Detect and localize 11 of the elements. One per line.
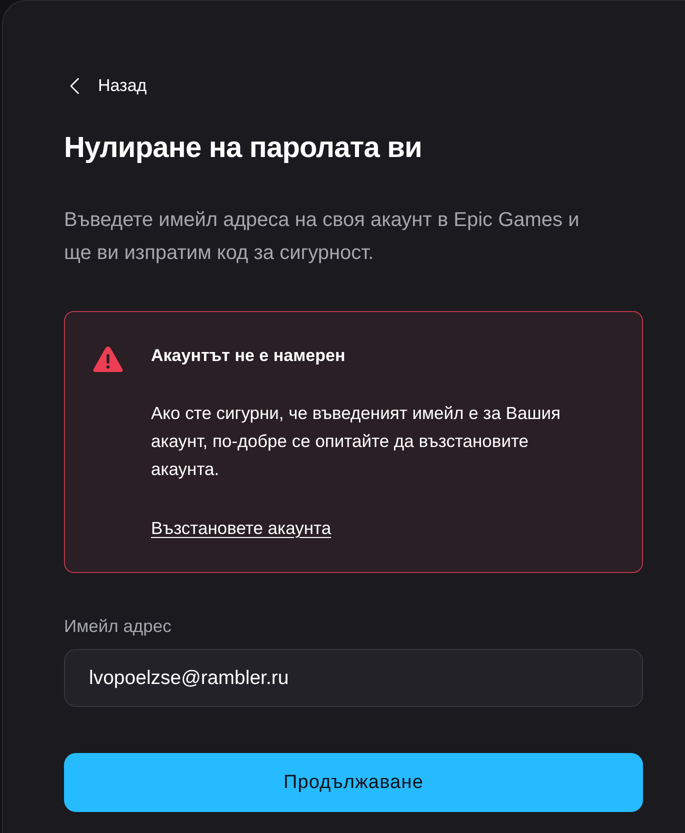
chevron-left-icon: [70, 78, 79, 94]
back-link[interactable]: Назад: [64, 74, 147, 98]
field-label: Имейл адрес: [64, 615, 172, 638]
alert-title: Акаунтът не е намерен: [151, 345, 346, 367]
restore-account-link[interactable]: Възстановете акаунта: [151, 514, 332, 542]
page-title: Нулиране на паролата ви: [64, 131, 423, 165]
continue-button[interactable]: Продължаване: [64, 753, 643, 812]
email-input[interactable]: lvopoelzse@rambler.ru: [64, 649, 643, 707]
warning-icon: [93, 346, 123, 373]
alert-message: Ако сте сигурни, че въведеният имейл е за Вашия акаунт, по-добре се опитайте да възстановите акаунта.: [151, 402, 562, 481]
description-text: Въведете имейл адреса на своя акаунт в Epic Games и ще ви изпратим код за сигурност.: [64, 208, 580, 266]
